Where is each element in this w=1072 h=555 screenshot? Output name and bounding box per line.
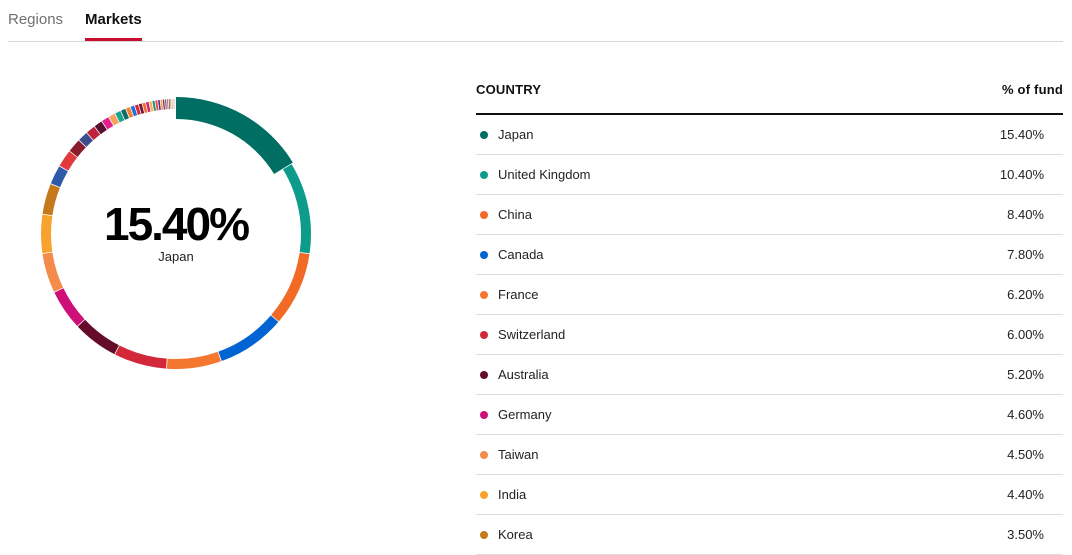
donut-slice-france[interactable] <box>167 352 221 369</box>
legend-dot-icon <box>480 211 488 219</box>
donut-slice-other[interactable] <box>169 99 170 109</box>
donut-slice-other[interactable] <box>167 99 169 109</box>
donut-slice-other[interactable] <box>160 100 163 110</box>
table-row: Canada 7.80% <box>476 235 1063 275</box>
legend-dot-icon <box>480 171 488 179</box>
row-value: 4.50% <box>1007 447 1044 462</box>
row-value: 6.20% <box>1007 287 1044 302</box>
row-value: 15.40% <box>1000 127 1044 142</box>
table-row: France 6.20% <box>476 275 1063 315</box>
donut-slice-china[interactable] <box>271 253 309 322</box>
header-pct-of-fund: % of fund <box>1002 82 1063 97</box>
table-row: Germany 4.60% <box>476 395 1063 435</box>
row-value: 4.60% <box>1007 407 1044 422</box>
row-value: 6.00% <box>1007 327 1044 342</box>
legend-dot-icon <box>480 131 488 139</box>
legend-dot-icon <box>480 291 488 299</box>
donut-slice-other[interactable] <box>170 99 171 109</box>
row-value: 5.20% <box>1007 367 1044 382</box>
donut-slice-canada[interactable] <box>218 316 278 361</box>
donut-slice-india[interactable] <box>41 215 52 254</box>
table-row: Japan 15.40% <box>476 115 1063 155</box>
donut-slice-other[interactable] <box>172 99 173 109</box>
row-value: 3.50% <box>1007 527 1044 542</box>
donut-slice-australia[interactable] <box>78 320 119 354</box>
table-row: India 4.40% <box>476 475 1063 515</box>
legend-dot-icon <box>480 411 488 419</box>
row-country: Australia <box>498 367 549 382</box>
row-country: United Kingdom <box>498 167 591 182</box>
donut-slice-other[interactable] <box>163 100 165 110</box>
table-row: Taiwan 4.50% <box>476 435 1063 475</box>
table-row: United Kingdom 10.40% <box>476 155 1063 195</box>
table-row: Korea 3.50% <box>476 515 1063 555</box>
row-country: Germany <box>498 407 551 422</box>
donut-slice-other[interactable] <box>165 99 167 109</box>
table-header: COUNTRY % of fund <box>476 82 1063 115</box>
row-country: Japan <box>498 127 533 142</box>
donut-center-value: 15.40% <box>86 198 266 250</box>
donut-slice-japan[interactable] <box>176 97 293 174</box>
donut-slice-germany[interactable] <box>54 288 84 326</box>
row-country: Korea <box>498 527 533 542</box>
row-value: 4.40% <box>1007 487 1044 502</box>
legend-dot-icon <box>480 371 488 379</box>
row-country: India <box>498 487 526 502</box>
donut-slice-other[interactable] <box>51 166 68 187</box>
legend-dot-icon <box>480 331 488 339</box>
row-value: 7.80% <box>1007 247 1044 262</box>
donut-center-label: Japan <box>86 249 266 264</box>
row-country: Canada <box>498 247 544 262</box>
table-body: Japan 15.40% United Kingdom 10.40% China 8.40… <box>476 115 1063 555</box>
tab-bar: Regions Markets <box>8 0 1063 42</box>
legend-dot-icon <box>480 531 488 539</box>
donut-slice-united-kingdom[interactable] <box>283 164 311 253</box>
markets-table: COUNTRY % of fund Japan 15.40% United King… <box>476 82 1063 555</box>
row-country: Switzerland <box>498 327 565 342</box>
donut-slice-taiwan[interactable] <box>42 253 63 292</box>
tab-regions[interactable]: Regions <box>8 11 63 28</box>
table-row: Australia 5.20% <box>476 355 1063 395</box>
row-country: China <box>498 207 532 222</box>
tab-markets[interactable]: Markets <box>85 11 142 28</box>
row-value: 8.40% <box>1007 207 1044 222</box>
legend-dot-icon <box>480 251 488 259</box>
donut-slice-korea[interactable] <box>43 184 60 215</box>
donut-slice-other[interactable] <box>158 100 161 110</box>
row-country: Taiwan <box>498 447 538 462</box>
row-country: France <box>498 287 538 302</box>
donut-slice-switzerland[interactable] <box>115 346 167 369</box>
table-row: China 8.40% <box>476 195 1063 235</box>
legend-dot-icon <box>480 451 488 459</box>
legend-dot-icon <box>480 491 488 499</box>
header-country: COUNTRY <box>476 82 541 97</box>
table-row: Switzerland 6.00% <box>476 315 1063 355</box>
row-value: 10.40% <box>1000 167 1044 182</box>
